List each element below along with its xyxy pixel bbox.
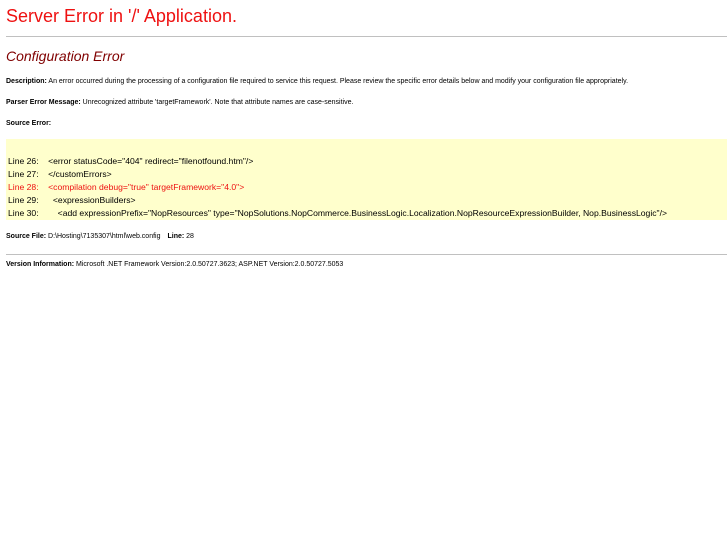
source-line-value: 28: [184, 233, 194, 240]
code-line-29: Line 29: <expressionBuilders>: [8, 195, 136, 205]
source-code-box: Line 26: <error statusCode="404" redirec…: [6, 139, 727, 220]
source-file-paragraph: Source File: D:\Hosting\7135307\html\web…: [6, 232, 194, 241]
parser-error-paragraph: Parser Error Message: Unrecognized attri…: [6, 98, 353, 107]
code-line-27: Line 27: </customErrors>: [8, 169, 112, 179]
top-divider: [6, 36, 727, 37]
description-text: An error occurred during the processing …: [46, 78, 629, 85]
version-label: Version Information:: [6, 261, 75, 268]
code-line-26: Line 26: <error statusCode="404" redirec…: [8, 156, 254, 166]
error-heading: Configuration Error: [6, 48, 125, 64]
code-line-30: Line 30: <add expressionPrefix="NopResou…: [8, 208, 667, 218]
description-label: Description:: [6, 78, 47, 85]
source-error-paragraph: Source Error:: [6, 119, 51, 128]
source-line-label: Line:: [167, 233, 185, 240]
source-file-path: D:\Hosting\7135307\html\web.config: [46, 233, 161, 240]
code-line-28-error: Line 28: <compilation debug="true" targe…: [8, 182, 245, 192]
bottom-divider: [6, 254, 727, 255]
version-paragraph: Version Information: Microsoft .NET Fram…: [6, 260, 343, 269]
page-title: Server Error in '/' Application.: [6, 6, 237, 26]
description-paragraph: Description: An error occurred during th…: [6, 77, 628, 86]
version-text: Microsoft .NET Framework Version:2.0.507…: [74, 261, 344, 268]
parser-error-text: Unrecognized attribute 'targetFramework'…: [80, 99, 354, 106]
parser-error-label: Parser Error Message:: [6, 99, 81, 106]
source-error-label: Source Error:: [6, 120, 52, 127]
error-page: Server Error in '/' Application. Configu…: [0, 0, 727, 545]
source-file-label: Source File:: [6, 233, 47, 240]
